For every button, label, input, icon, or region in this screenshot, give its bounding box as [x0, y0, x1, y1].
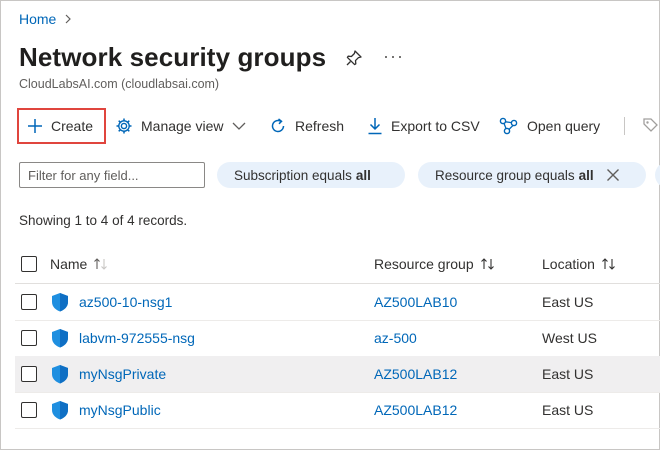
sort-icon[interactable] [480, 257, 496, 271]
toolbar-divider [624, 117, 625, 135]
column-header-location[interactable]: Location [542, 256, 617, 272]
row-resource-group-link[interactable]: AZ500LAB12 [374, 366, 457, 382]
gear-icon [116, 118, 132, 134]
column-resource-group-label: Resource group [374, 256, 474, 272]
subscription-filter-label: Subscription equals [234, 167, 352, 183]
more-icon[interactable]: ··· [383, 46, 404, 67]
close-icon[interactable] [606, 168, 620, 182]
records-count: Showing 1 to 4 of 4 records. [19, 213, 188, 228]
plus-icon [28, 119, 42, 133]
download-icon [368, 118, 382, 135]
row-name-link[interactable]: myNsgPrivate [79, 366, 166, 382]
column-location-label: Location [542, 256, 595, 272]
create-button[interactable]: Create [17, 108, 106, 144]
open-query-button[interactable]: Open query [499, 108, 600, 144]
row-name-link[interactable]: labvm-972555-nsg [79, 330, 195, 346]
shield-icon [51, 292, 69, 317]
row-location: West US [542, 330, 597, 346]
chevron-down-icon [232, 122, 245, 130]
row-name-link[interactable]: myNsgPublic [79, 402, 161, 418]
refresh-button[interactable]: Refresh [269, 108, 344, 144]
resource-group-filter-label: Resource group equals [435, 167, 575, 183]
resource-group-filter-pill[interactable]: Resource group equals all [418, 162, 646, 188]
subscription-filter-value: all [355, 167, 371, 183]
refresh-icon [271, 118, 285, 133]
page-title: Network security groups [19, 42, 327, 72]
sort-icon[interactable] [601, 257, 617, 271]
tag-icon[interactable] [642, 117, 658, 140]
chevron-right-icon [64, 12, 72, 27]
row-resource-group-link[interactable]: AZ500LAB10 [374, 294, 457, 310]
export-csv-button[interactable]: Export to CSV [367, 108, 480, 144]
breadcrumb-home[interactable]: Home [19, 11, 56, 27]
resource-group-filter-value: all [578, 167, 594, 183]
manage-view-button[interactable]: Manage view [115, 108, 246, 144]
manage-view-label: Manage view [141, 118, 224, 134]
shield-icon [51, 364, 69, 389]
row-location: East US [542, 294, 594, 310]
breadcrumb: Home [19, 11, 72, 27]
refresh-label: Refresh [295, 118, 345, 134]
table-row[interactable]: myNsgPublic AZ500LAB12 East US [15, 392, 660, 429]
page-subtitle: CloudLabsAI.com (cloudlabsai.com) [19, 77, 220, 91]
column-header-resource-group[interactable]: Resource group [374, 256, 496, 272]
shield-icon [51, 400, 69, 425]
subscription-filter-pill[interactable]: Subscription equals all [217, 162, 405, 188]
table-row[interactable]: myNsgPrivate AZ500LAB12 East US [15, 356, 660, 393]
export-csv-label: Export to CSV [391, 118, 480, 134]
create-label: Create [51, 118, 94, 134]
command-bar: Create Manage view Refresh Export to CSV [17, 108, 660, 144]
pin-icon[interactable] [345, 49, 363, 67]
table-row[interactable]: az500-10-nsg1 AZ500LAB10 East US [15, 284, 660, 321]
select-all-checkbox[interactable] [21, 256, 37, 272]
open-query-label: Open query [527, 118, 601, 134]
row-name-link[interactable]: az500-10-nsg1 [79, 294, 172, 310]
shield-icon [51, 328, 69, 353]
row-resource-group-link[interactable]: az-500 [374, 330, 417, 346]
filter-input[interactable] [19, 162, 205, 188]
row-checkbox[interactable] [21, 366, 37, 382]
row-checkbox[interactable] [21, 402, 37, 418]
table-row[interactable]: labvm-972555-nsg az-500 West US [15, 320, 660, 357]
table-header: Name Resource group Location [15, 245, 660, 284]
column-header-name[interactable]: Name [50, 256, 109, 272]
query-icon [499, 117, 518, 135]
row-location: East US [542, 366, 594, 382]
sort-icon[interactable] [93, 257, 109, 271]
row-resource-group-link[interactable]: AZ500LAB12 [374, 402, 457, 418]
column-name-label: Name [50, 256, 88, 272]
row-checkbox[interactable] [21, 294, 37, 310]
row-checkbox[interactable] [21, 330, 37, 346]
row-location: East US [542, 402, 594, 418]
